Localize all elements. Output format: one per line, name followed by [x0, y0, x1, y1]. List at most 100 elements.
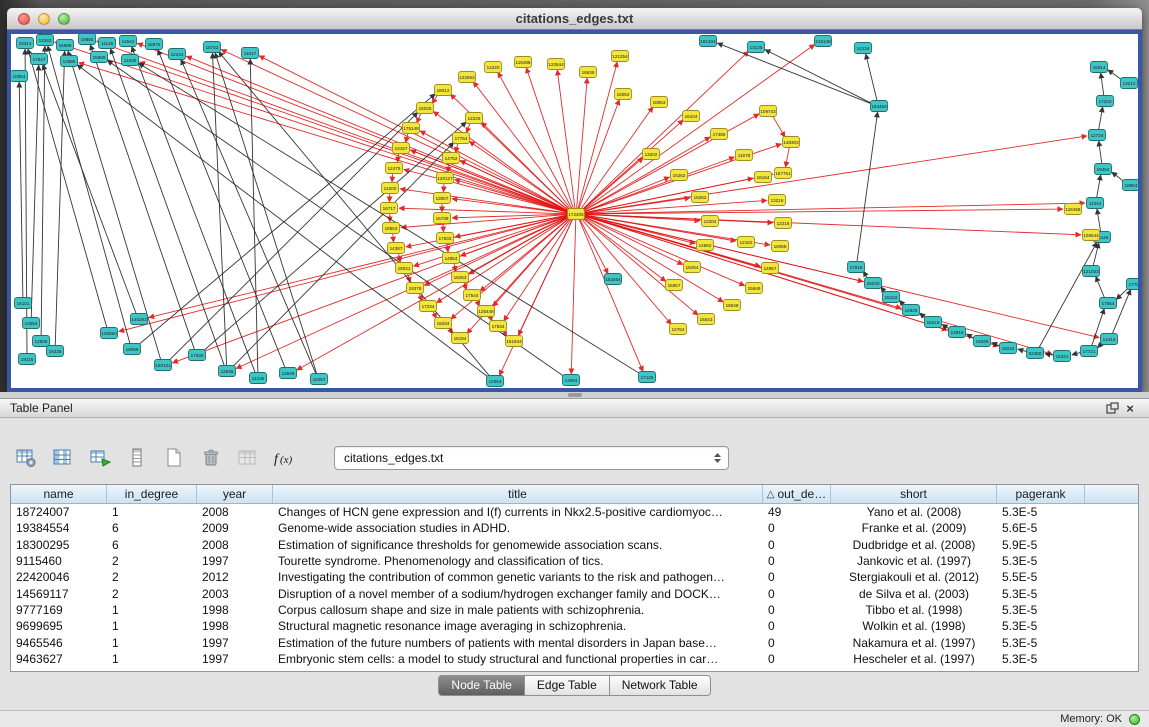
graph-node[interactable]: 16262 [671, 170, 688, 181]
graph-node[interactable]: 14220 [485, 62, 502, 73]
delete-icon[interactable] [197, 444, 225, 472]
graph-node[interactable]: 14541 [120, 36, 137, 47]
graph-node[interactable]: 16717 [381, 203, 398, 214]
memory-ok-icon[interactable] [1129, 714, 1140, 725]
table-row[interactable]: 969969511998Structural magnetic resonanc… [11, 618, 1138, 634]
table-row[interactable]: 1938455462009Genome-wide association stu… [11, 520, 1138, 536]
graph-node[interactable]: 13594 [563, 375, 580, 386]
graph-node[interactable]: 16543 [698, 314, 715, 325]
minimize-window-button[interactable] [38, 13, 50, 25]
tab-node-table[interactable]: Node Table [438, 675, 525, 696]
tab-edge-table[interactable]: Edge Table [525, 675, 610, 696]
graph-node[interactable]: 16164 [755, 172, 772, 183]
graph-node[interactable]: 175148 [403, 123, 420, 134]
graph-node[interactable]: 18012 [435, 85, 452, 96]
graph-node[interactable]: 14957 [762, 263, 779, 274]
graph-node[interactable]: 14662 [697, 240, 714, 251]
table-columns-icon[interactable] [49, 444, 77, 472]
table-settings-icon[interactable] [12, 444, 40, 472]
graph-node[interactable]: 17754 [453, 133, 470, 144]
graph-node[interactable]: 17703 [1127, 279, 1139, 290]
graph-node[interactable]: 13554 [23, 318, 40, 329]
graph-node[interactable]: 16636 [580, 67, 597, 78]
graph-node[interactable]: 13125 [748, 42, 765, 53]
new-document-icon[interactable] [160, 444, 188, 472]
graph-node[interactable]: 12805 [33, 336, 50, 347]
graph-node[interactable]: 16194 [452, 333, 469, 344]
graph-node[interactable]: 121033 [1083, 266, 1100, 277]
graph-node[interactable]: 16257 [311, 374, 328, 385]
graph-node[interactable]: 15494 [684, 262, 701, 273]
graph-node[interactable]: 16104 [683, 111, 700, 122]
graph-node[interactable]: 19378 [407, 283, 424, 294]
graph-node[interactable]: 19059 [124, 344, 141, 355]
graph-node[interactable]: 18218 [925, 317, 942, 328]
graph-node[interactable]: 216148 [815, 36, 832, 47]
column-header-pagerank[interactable]: pagerank [997, 485, 1085, 503]
table-row[interactable]: 911546021997Tourette syndrome. Phenomeno… [11, 553, 1138, 569]
graph-node[interactable]: 17636 [189, 350, 206, 361]
graph-node[interactable]: 14200 [382, 183, 399, 194]
table-import-icon[interactable] [86, 444, 114, 472]
graph-node[interactable]: 18115 [19, 354, 36, 365]
graph-node[interactable]: 14845 [280, 368, 297, 379]
graph-node[interactable]: 16021 [396, 263, 413, 274]
graph-node[interactable]: 194484 [871, 101, 888, 112]
graph-node[interactable]: 15321 [1054, 351, 1071, 362]
graph-node[interactable]: 12204 [702, 216, 719, 227]
graph-node[interactable]: 12162 [738, 237, 755, 248]
graph-node[interactable]: 18548 [724, 300, 741, 311]
column-header-year[interactable]: year [197, 485, 273, 503]
graph-node[interactable]: 122544 [548, 59, 565, 70]
graph-node[interactable]: 14134 [855, 43, 872, 54]
graph-node[interactable]: 18314 [17, 38, 34, 49]
graph-node[interactable]: 15262 [692, 192, 709, 203]
table-row[interactable]: 946554611997Estimation of the future num… [11, 634, 1138, 650]
table-row[interactable]: 946362711997Embryonic stem cells: a mode… [11, 651, 1138, 667]
graph-node[interactable]: 106544 [1083, 230, 1100, 241]
graph-node[interactable]: 14854 [443, 253, 460, 264]
graph-node[interactable]: 17222 [1097, 96, 1114, 107]
table-row[interactable]: 1456911722003Disruption of a novel membe… [11, 585, 1138, 601]
table-row[interactable]: 1830029562008Estimation of significance … [11, 537, 1138, 553]
graph-node[interactable]: 172405 [568, 209, 585, 220]
graph-node[interactable]: 17721 [1081, 346, 1098, 357]
close-panel-icon[interactable]: × [1121, 400, 1139, 416]
graph-node[interactable]: 17485 [711, 129, 728, 140]
graph-node[interactable]: 11836 [122, 55, 139, 66]
graph-node[interactable]: 121254 [612, 51, 629, 62]
graph-node[interactable]: 126050 [101, 328, 118, 339]
column-header-out_de[interactable]: △out_de… [763, 485, 831, 503]
graph-node[interactable]: 15101 [15, 298, 32, 309]
column-header-title[interactable]: title [273, 485, 763, 503]
graph-node[interactable]: 12734 [1089, 130, 1106, 141]
zoom-window-button[interactable] [58, 13, 70, 25]
graph-node[interactable]: 16026 [974, 336, 991, 347]
graph-node[interactable]: 17234 [420, 301, 437, 312]
graph-node[interactable]: 161944 [506, 336, 523, 347]
graph-node[interactable]: 14925 [903, 305, 920, 316]
graph-node[interactable]: 16738 [434, 213, 451, 224]
graph-node[interactable]: 14412 [1101, 334, 1118, 345]
graph-node[interactable]: 13916 [949, 327, 966, 338]
graph-node[interactable]: 19242 [1000, 343, 1017, 354]
graph-node[interactable]: 13202 [643, 149, 660, 160]
network-table-select[interactable]: citations_edges.txt [334, 446, 729, 470]
graph-node[interactable]: 17554 [1100, 298, 1117, 309]
graph-node[interactable]: 12554 [487, 376, 504, 387]
graph-node[interactable]: 11125 [99, 38, 116, 49]
table-disabled-icon[interactable] [234, 444, 262, 472]
graph-node[interactable]: 120127 [437, 173, 454, 184]
graph-node[interactable]: 125448 [478, 306, 495, 317]
graph-node[interactable]: 15034 [435, 318, 452, 329]
graph-node[interactable]: 15914 [1091, 62, 1108, 73]
graph-node[interactable]: 13216 [769, 195, 786, 206]
graph-node[interactable]: 148303 [783, 137, 800, 148]
graph-node[interactable]: 92450 [1027, 348, 1044, 359]
tab-network-table[interactable]: Network Table [610, 675, 711, 696]
graph-node[interactable]: 18953 [651, 97, 668, 108]
graph-node[interactable]: 18563 [383, 223, 400, 234]
window-titlebar[interactable]: citations_edges.txt [7, 8, 1142, 30]
graph-node[interactable]: 18854 [1123, 180, 1139, 191]
graph-node[interactable]: 15122 [883, 292, 900, 303]
